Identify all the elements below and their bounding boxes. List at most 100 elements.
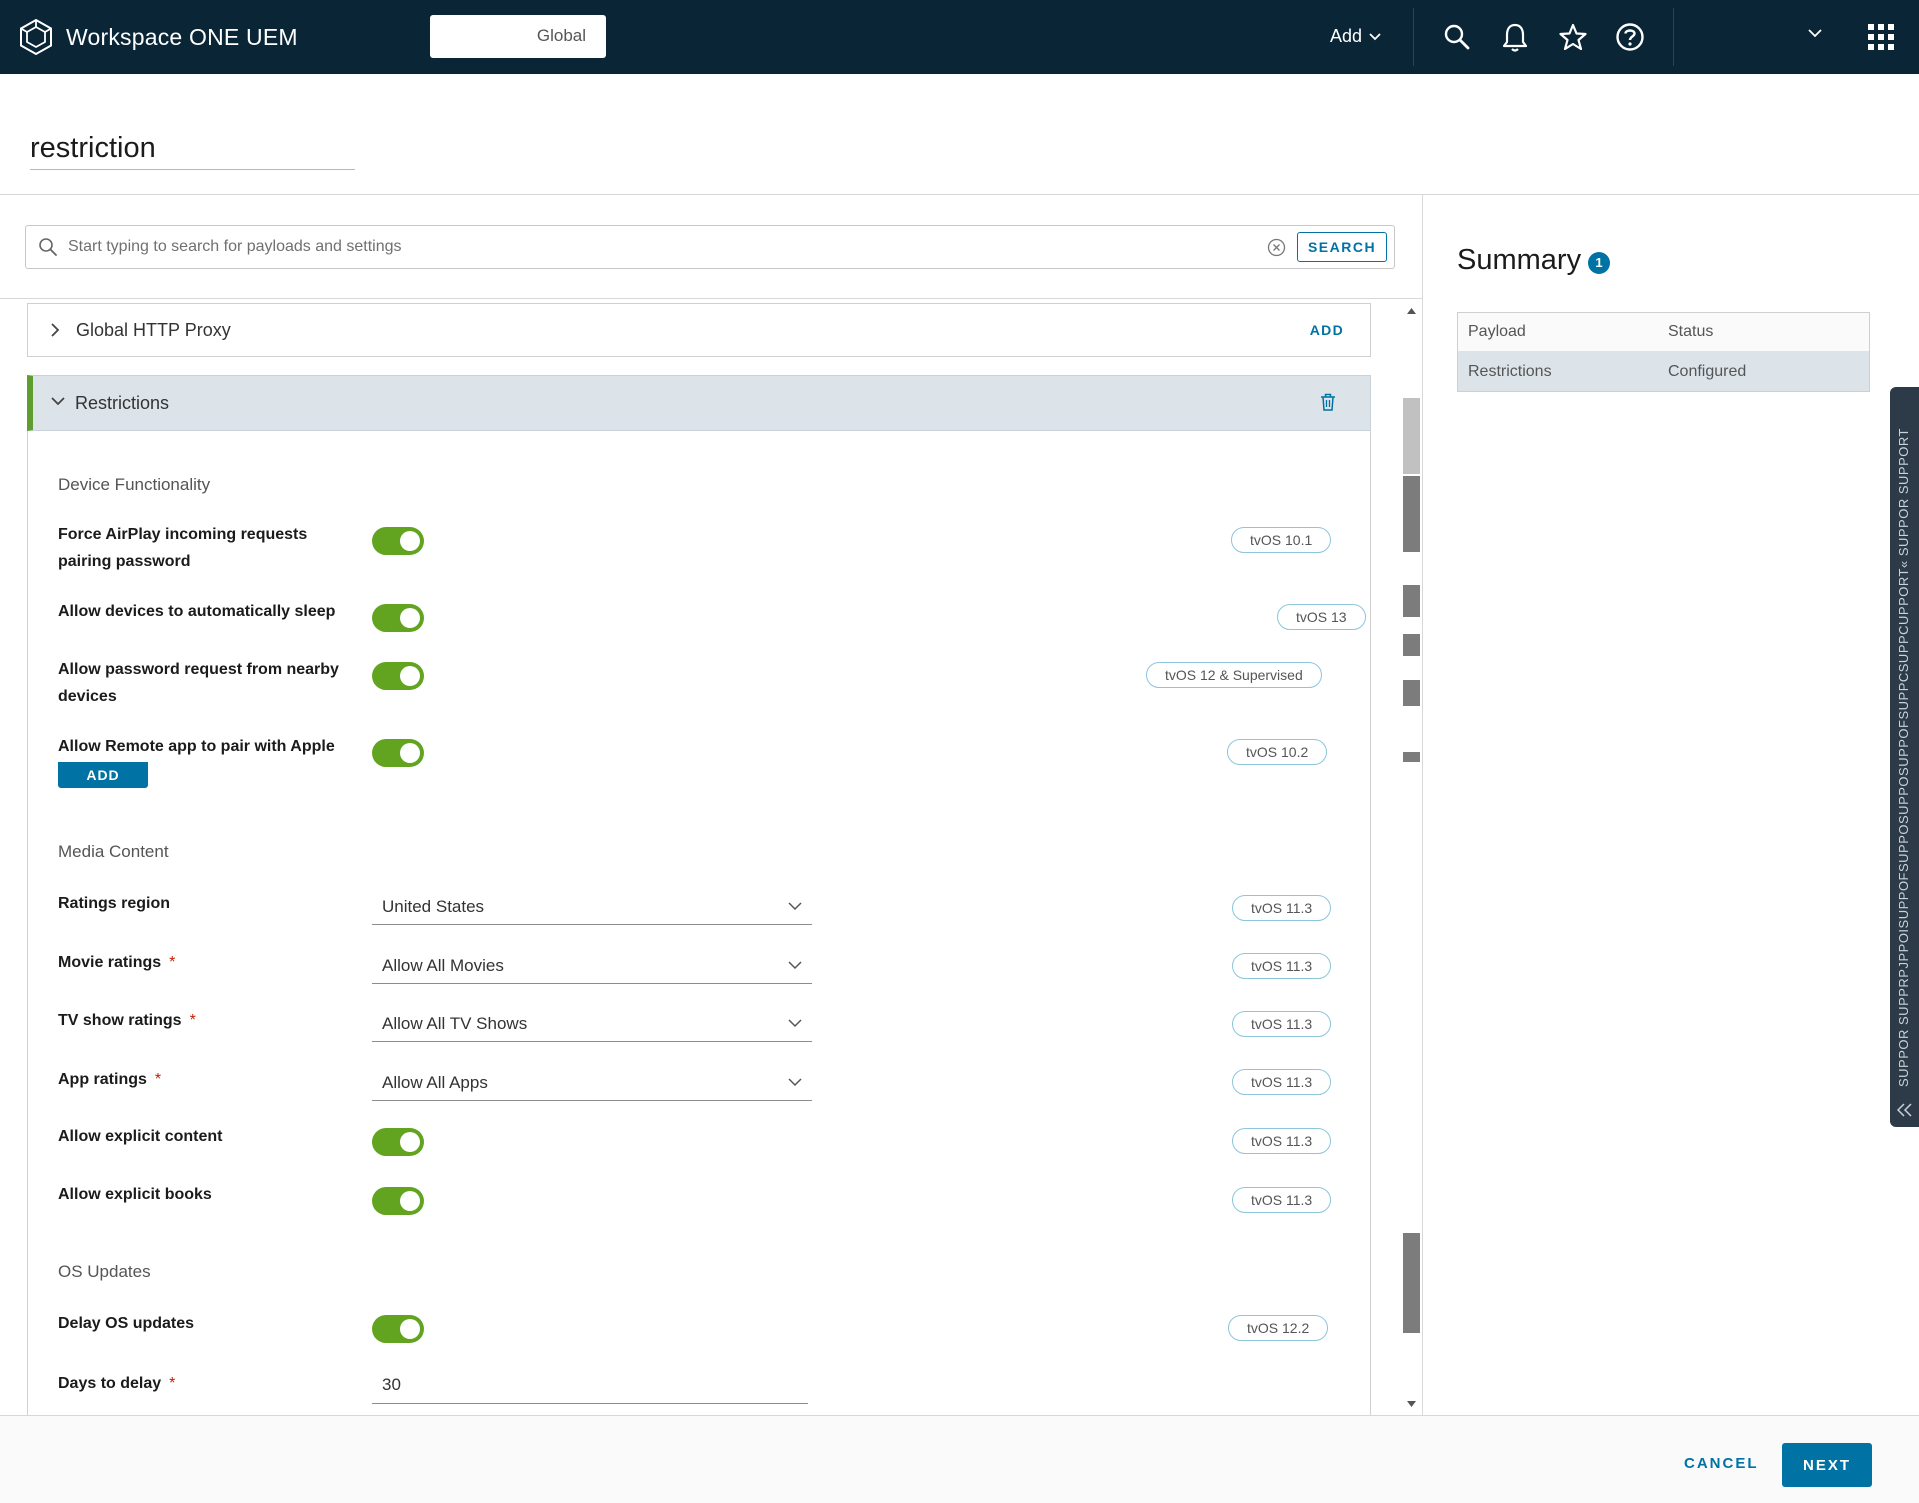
footer-bar: CANCEL NEXT bbox=[0, 1415, 1919, 1503]
label-text: App ratings bbox=[58, 1071, 147, 1088]
search-icon bbox=[39, 238, 57, 256]
star-icon[interactable] bbox=[1557, 21, 1589, 53]
os-version-badge: tvOS 10.1 bbox=[1231, 527, 1332, 553]
chevron-down-icon[interactable] bbox=[1808, 29, 1822, 38]
search-input[interactable] bbox=[68, 226, 1268, 268]
organization-group-selector[interactable]: Global bbox=[430, 15, 606, 58]
explicit-books-toggle[interactable] bbox=[372, 1187, 424, 1215]
days-to-delay-input-wrap bbox=[372, 1368, 808, 1404]
table-row[interactable]: Restrictions Configured bbox=[1458, 352, 1869, 391]
label-text: TV show ratings bbox=[58, 1012, 182, 1029]
add-payload-link[interactable]: ADD bbox=[1310, 322, 1344, 338]
summary-title: Summary bbox=[1457, 244, 1582, 276]
scroll-up-arrow-icon[interactable] bbox=[1407, 308, 1416, 314]
field-label: App ratings * bbox=[58, 1066, 358, 1093]
payload-global-http-proxy[interactable]: Global HTTP Proxy ADD bbox=[27, 303, 1371, 357]
search-button[interactable]: SEARCH bbox=[1297, 232, 1387, 262]
label-text: Movie ratings bbox=[58, 954, 162, 971]
page-title: restriction bbox=[30, 132, 156, 164]
os-version-badge: tvOS 11.3 bbox=[1232, 1011, 1332, 1037]
field-label: Movie ratings * bbox=[58, 949, 358, 976]
workspace-one-logo-icon bbox=[20, 18, 52, 56]
scrollbar-thumb[interactable] bbox=[1403, 634, 1420, 656]
section-heading: Device Functionality bbox=[58, 475, 211, 494]
chevron-down-icon bbox=[1369, 32, 1381, 40]
scrollbar[interactable] bbox=[1403, 300, 1420, 1415]
double-chevron-left-icon bbox=[1897, 1103, 1912, 1117]
section-heading: Media Content bbox=[58, 842, 169, 861]
required-marker: * bbox=[154, 1071, 162, 1088]
bell-icon[interactable] bbox=[1499, 21, 1531, 53]
field-label: Ratings region bbox=[58, 895, 171, 912]
header-separator bbox=[1673, 8, 1674, 66]
scrollbar-thumb[interactable] bbox=[1403, 398, 1420, 474]
os-version-badge: tvOS 13 bbox=[1277, 604, 1366, 630]
field-label: Allow Remote app to pair with Apple bbox=[58, 738, 335, 755]
add-button[interactable]: ADD bbox=[58, 762, 148, 788]
divider bbox=[0, 194, 1919, 195]
table-header-row: Payload Status bbox=[1458, 313, 1869, 352]
payload-label: Restrictions bbox=[75, 393, 170, 413]
header-separator bbox=[1413, 8, 1414, 66]
add-menu-label: Add bbox=[1330, 26, 1363, 46]
cancel-button[interactable]: CANCEL bbox=[1684, 1455, 1759, 1472]
next-button[interactable]: NEXT bbox=[1782, 1443, 1872, 1487]
required-marker: * bbox=[169, 1375, 176, 1392]
scrollbar-thumb[interactable] bbox=[1403, 585, 1420, 617]
os-version-badge: tvOS 11.3 bbox=[1232, 1069, 1332, 1095]
chevron-down-icon bbox=[788, 1019, 802, 1028]
os-version-badge: tvOS 11.3 bbox=[1232, 1128, 1332, 1154]
airplay-password-toggle[interactable] bbox=[372, 527, 424, 555]
divider bbox=[0, 298, 1422, 299]
remote-app-pair-toggle[interactable] bbox=[372, 739, 424, 767]
scrollbar-thumb[interactable] bbox=[1403, 1233, 1420, 1333]
payload-settings-area: Global HTTP Proxy ADD Restrictions Devic… bbox=[0, 300, 1420, 1415]
payload-label: Global HTTP Proxy bbox=[76, 320, 231, 340]
help-icon[interactable] bbox=[1614, 21, 1646, 53]
scrollbar-thumb[interactable] bbox=[1403, 752, 1420, 762]
field-label: Delay OS updates bbox=[58, 1315, 195, 1332]
search-icon[interactable] bbox=[1441, 21, 1473, 53]
app-name: Workspace ONE UEM bbox=[66, 23, 298, 50]
field-label: Allow devices to automatically sleep bbox=[58, 603, 336, 620]
field-label: Allow explicit content bbox=[58, 1128, 223, 1145]
days-to-delay-input[interactable] bbox=[382, 1375, 782, 1395]
profile-name-field[interactable]: restriction bbox=[30, 132, 355, 170]
clear-search-icon[interactable] bbox=[1267, 238, 1286, 257]
field-label: Force AirPlay incoming requests pairing … bbox=[58, 526, 308, 570]
chevron-down-icon bbox=[788, 1078, 802, 1087]
summary-count-badge: 1 bbox=[1588, 252, 1610, 274]
chevron-down-icon bbox=[788, 902, 802, 911]
scrollbar-thumb[interactable] bbox=[1403, 680, 1420, 706]
chevron-down-icon bbox=[788, 961, 802, 970]
support-tab[interactable]: SUPPOR SUPPRPJPPOISUPPOFSUPPOSUPPOSUPPOF… bbox=[1890, 387, 1919, 1127]
select-value: Allow All Movies bbox=[382, 956, 504, 975]
ratings-region-select[interactable]: United States bbox=[372, 889, 812, 925]
movie-ratings-select[interactable]: Allow All Movies bbox=[372, 948, 812, 984]
payload-search-bar: SEARCH bbox=[25, 225, 1395, 269]
os-version-badge: tvOS 10.2 bbox=[1227, 739, 1328, 765]
app-ratings-select[interactable]: Allow All Apps bbox=[372, 1065, 812, 1101]
password-request-toggle[interactable] bbox=[372, 662, 424, 690]
explicit-content-toggle[interactable] bbox=[372, 1128, 424, 1156]
select-value: Allow All Apps bbox=[382, 1073, 488, 1092]
chevron-right-icon[interactable] bbox=[50, 322, 60, 338]
payload-restrictions-header[interactable]: Restrictions bbox=[27, 375, 1371, 431]
add-menu[interactable]: Add bbox=[1330, 26, 1381, 47]
scrollbar-thumb[interactable] bbox=[1403, 476, 1420, 552]
delay-os-updates-toggle[interactable] bbox=[372, 1315, 424, 1343]
field-label: Allow password request from nearby devic… bbox=[58, 661, 339, 705]
tv-show-ratings-select[interactable]: Allow All TV Shows bbox=[372, 1006, 812, 1042]
app-grid-icon[interactable] bbox=[1868, 24, 1894, 50]
column-header-payload: Payload bbox=[1468, 323, 1526, 340]
auto-sleep-toggle[interactable] bbox=[372, 604, 424, 632]
chevron-down-icon[interactable] bbox=[50, 396, 66, 406]
os-version-badge: tvOS 11.3 bbox=[1232, 953, 1332, 979]
summary-table: Payload Status Restrictions Configured bbox=[1457, 312, 1870, 392]
brand[interactable]: Workspace ONE UEM bbox=[18, 16, 298, 58]
field-label: Allow explicit books bbox=[58, 1186, 212, 1203]
trash-icon[interactable] bbox=[1320, 393, 1336, 411]
status-cell: Configured bbox=[1668, 362, 1747, 380]
scroll-down-arrow-icon[interactable] bbox=[1407, 1401, 1416, 1407]
payload-cell: Restrictions bbox=[1468, 362, 1552, 380]
